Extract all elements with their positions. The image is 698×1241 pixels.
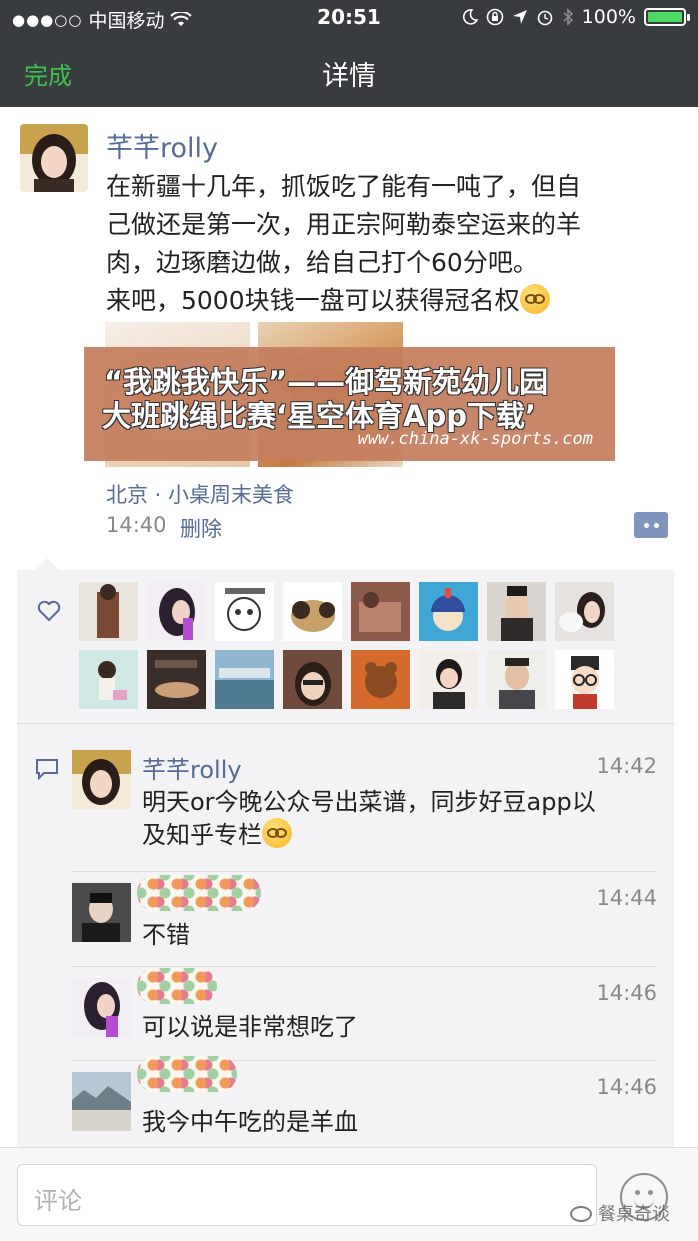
post-author-name[interactable]: 芊芊rolly xyxy=(106,126,218,165)
bluetooth-icon xyxy=(563,8,573,26)
blurred-author-name xyxy=(137,875,261,911)
status-bar: ●●●○○ 中国移动 20:51 100% xyxy=(0,0,698,36)
comment-avatar[interactable] xyxy=(72,883,131,942)
comment-time: 14:44 xyxy=(596,886,657,910)
comment-input[interactable]: 评论 xyxy=(17,1164,597,1226)
comment-text-content: 及知乎专栏 xyxy=(142,821,262,849)
smirk-emoji-icon xyxy=(262,818,292,848)
comment-avatar[interactable] xyxy=(72,1072,131,1131)
post-time: 14:40 xyxy=(106,513,167,537)
promo-banner: “我跳我快乐”——御驾新苑幼儿园 大班跳绳比赛‘星空体育App下载’ www.c… xyxy=(84,347,615,461)
panel-divider xyxy=(17,723,674,724)
battery-icon xyxy=(644,8,690,26)
comment-text: 及知乎专栏 xyxy=(142,818,292,852)
watermark: 餐桌奇谈 xyxy=(570,1200,670,1226)
comment-text: 可以说是非常想吃了 xyxy=(142,1013,358,1041)
comment-time: 14:42 xyxy=(596,754,657,778)
battery-percent: 100% xyxy=(581,6,636,28)
status-right: 100% xyxy=(462,6,690,28)
comment-avatar[interactable] xyxy=(72,750,131,809)
heart-icon xyxy=(37,600,61,622)
blurred-author-name xyxy=(137,968,217,1004)
interaction-panel: 芊芊rolly 14:42 明天or今晚公众号出菜谱，同步好豆app以 及知乎专… xyxy=(17,558,674,1170)
post-text: 在新疆十几年，抓饭吃了能有一吨了，但自 己做还是第一次，用正宗阿勒泰空运来的羊 … xyxy=(106,168,666,320)
blurred-author-name xyxy=(137,1056,237,1092)
comment-bar: 评论 餐桌奇谈 xyxy=(0,1147,698,1241)
like-avatar[interactable] xyxy=(487,650,546,709)
like-avatar[interactable] xyxy=(555,650,614,709)
watermark-text: 餐桌奇谈 xyxy=(598,1204,670,1225)
comment-text: 我今中午吃的是羊血 xyxy=(142,1108,358,1136)
comment-avatar[interactable] xyxy=(72,978,131,1037)
comment-text: 明天or今晚公众号出菜谱，同步好豆app以 xyxy=(142,788,596,816)
like-avatar[interactable] xyxy=(487,582,546,641)
like-avatar[interactable] xyxy=(351,650,410,709)
post-text-line: 肉，边琢磨边做，给自己打个60分吧。 xyxy=(106,248,538,277)
page-title: 详情 xyxy=(322,61,376,92)
post-text-line-content: 来吧，5000块钱一盘可以获得冠名权 xyxy=(106,286,520,315)
rotation-lock-icon xyxy=(486,8,503,26)
comment-author[interactable]: 芊芊rolly xyxy=(142,750,242,785)
post-text-line: 在新疆十几年，抓饭吃了能有一吨了，但自 xyxy=(106,172,582,201)
like-avatar[interactable] xyxy=(215,650,274,709)
comment-divider xyxy=(72,966,657,967)
post-text-line: 己做还是第一次，用正宗阿勒泰空运来的羊 xyxy=(106,210,582,239)
battery-fill xyxy=(648,12,682,22)
wechat-icon xyxy=(570,1206,592,1222)
post-author-avatar[interactable] xyxy=(20,124,88,192)
dot xyxy=(643,522,649,528)
promo-banner-url: www.china-xk-sports.com xyxy=(357,429,593,449)
location-icon xyxy=(512,10,527,24)
dot xyxy=(653,522,659,528)
delete-link[interactable]: 删除 xyxy=(180,513,222,543)
like-avatar[interactable] xyxy=(555,582,614,641)
more-actions-button[interactable] xyxy=(634,512,668,538)
top-bar: ●●●○○ 中国移动 20:51 100% 完成 详情 xyxy=(0,0,698,107)
comment-icon xyxy=(36,759,58,780)
like-avatar[interactable] xyxy=(215,582,274,641)
like-avatar[interactable] xyxy=(419,582,478,641)
like-avatar[interactable] xyxy=(147,650,206,709)
like-avatar[interactable] xyxy=(419,650,478,709)
like-avatar[interactable] xyxy=(283,582,342,641)
like-avatar[interactable] xyxy=(147,582,206,641)
comment-text: 不错 xyxy=(142,921,190,949)
like-avatar[interactable] xyxy=(79,650,138,709)
smirk-emoji-icon xyxy=(519,284,550,314)
comment-divider xyxy=(72,871,657,872)
post-location[interactable]: 北京 · 小桌周末美食 xyxy=(106,479,294,509)
like-avatar[interactable] xyxy=(283,650,342,709)
like-avatar[interactable] xyxy=(79,582,138,641)
alarm-icon xyxy=(537,10,552,26)
comment-time: 14:46 xyxy=(596,1075,657,1099)
comment-time: 14:46 xyxy=(596,981,657,1005)
moon-icon xyxy=(462,9,478,25)
like-avatar[interactable] xyxy=(351,582,410,641)
post-text-line: 来吧，5000块钱一盘可以获得冠名权 xyxy=(106,282,666,320)
